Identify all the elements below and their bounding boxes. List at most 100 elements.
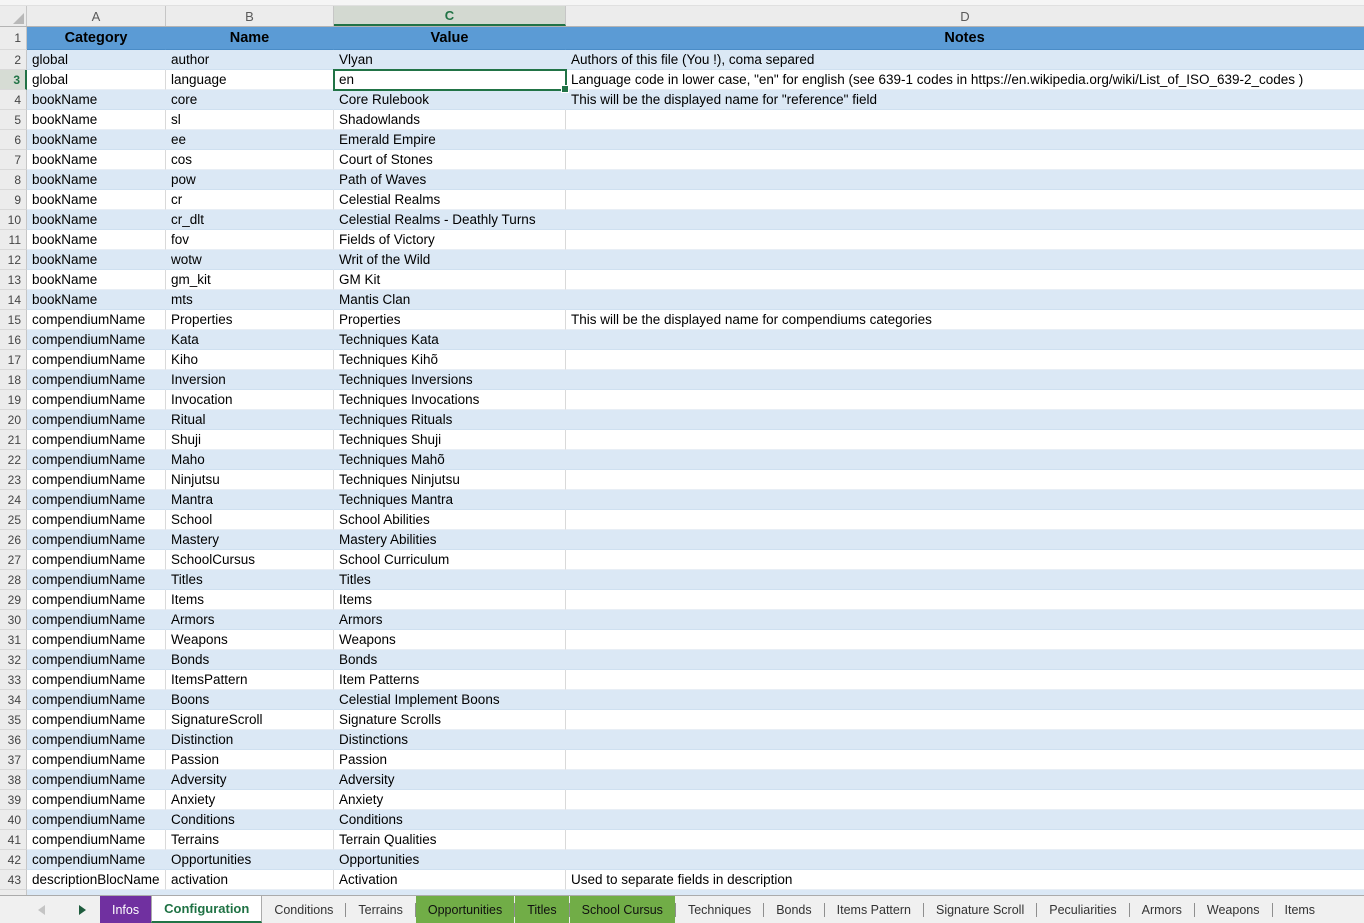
row-header[interactable]: 6	[0, 130, 27, 150]
cell-category[interactable]: bookName	[27, 110, 166, 130]
cell-name[interactable]: Mastery	[166, 530, 334, 550]
cell-value[interactable]: Properties	[334, 310, 566, 330]
cell-value[interactable]: Titles	[334, 570, 566, 590]
cell-name[interactable]: Kata	[166, 330, 334, 350]
row-header[interactable]: 43	[0, 870, 27, 890]
row-header[interactable]: 11	[0, 230, 27, 250]
cell-value[interactable]: Techniques Invocations	[334, 390, 566, 410]
cell-notes[interactable]	[566, 390, 1364, 410]
row-header[interactable]: 40	[0, 810, 27, 830]
cell-notes[interactable]	[566, 730, 1364, 750]
cell-name[interactable]: Ninjutsu	[166, 470, 334, 490]
cell-value[interactable]: Adversity	[334, 770, 566, 790]
cell-value[interactable]: Techniques Mantra	[334, 490, 566, 510]
cell-name[interactable]: Distinction	[166, 730, 334, 750]
cell-name[interactable]: core	[166, 90, 334, 110]
row-header[interactable]: 22	[0, 450, 27, 470]
row-header[interactable]: 34	[0, 690, 27, 710]
header-cell-value[interactable]: Value	[334, 27, 566, 50]
cell-name[interactable]: Mantra	[166, 490, 334, 510]
cell-value[interactable]: Techniques Inversions	[334, 370, 566, 390]
cell-notes[interactable]: Language code in lower case, "en" for en…	[566, 70, 1364, 90]
row-header[interactable]: 2	[0, 50, 27, 70]
row-header[interactable]: 18	[0, 370, 27, 390]
cell-category[interactable]: bookName	[27, 250, 166, 270]
row-header[interactable]: 16	[0, 330, 27, 350]
cell-notes[interactable]	[566, 270, 1364, 290]
cell-value[interactable]: Fields of Victory	[334, 230, 566, 250]
cell-category[interactable]: compendiumName	[27, 830, 166, 850]
cell-name[interactable]: School	[166, 510, 334, 530]
row-header[interactable]: 9	[0, 190, 27, 210]
cell-category[interactable]: compendiumName	[27, 430, 166, 450]
row-header[interactable]: 23	[0, 470, 27, 490]
cell-value[interactable]: Terrain Qualities	[334, 830, 566, 850]
cell-value[interactable]: Weapons	[334, 630, 566, 650]
cell-name[interactable]: Boons	[166, 690, 334, 710]
cell-value[interactable]: Writ of the Wild	[334, 250, 566, 270]
cell-notes[interactable]	[566, 470, 1364, 490]
row-header[interactable]: 20	[0, 410, 27, 430]
row-header[interactable]: 3	[0, 70, 27, 90]
cell-category[interactable]: compendiumName	[27, 590, 166, 610]
cell-notes[interactable]	[566, 230, 1364, 250]
cell-name[interactable]: Opportunities	[166, 850, 334, 870]
cell-name[interactable]: Items	[166, 590, 334, 610]
row-header[interactable]: 4	[0, 90, 27, 110]
sheet-tab-items[interactable]: Items	[1273, 896, 1328, 923]
column-header-d[interactable]: D	[566, 6, 1364, 26]
cell-value[interactable]: Techniques Ninjutsu	[334, 470, 566, 490]
cell-name[interactable]: SchoolCursus	[166, 550, 334, 570]
cell-notes[interactable]	[566, 790, 1364, 810]
tabs-scroll-left-icon[interactable]	[38, 905, 45, 915]
cell-name[interactable]: Invocation	[166, 390, 334, 410]
cell-category[interactable]: bookName	[27, 290, 166, 310]
row-header[interactable]: 8	[0, 170, 27, 190]
cell-category[interactable]: compendiumName	[27, 570, 166, 590]
cell-category[interactable]: compendiumName	[27, 530, 166, 550]
cell-category[interactable]: bookName	[27, 130, 166, 150]
cell-name[interactable]: Adversity	[166, 770, 334, 790]
cell-name[interactable]: Armors	[166, 610, 334, 630]
cell-value[interactable]: Bonds	[334, 650, 566, 670]
cell-name[interactable]: Bonds	[166, 650, 334, 670]
cell-notes[interactable]: This will be the displayed name for "ref…	[566, 90, 1364, 110]
cell-category[interactable]: compendiumName	[27, 750, 166, 770]
row-header[interactable]: 32	[0, 650, 27, 670]
cell-value[interactable]: Passion	[334, 750, 566, 770]
cell-category[interactable]: compendiumName	[27, 550, 166, 570]
cell-notes[interactable]	[566, 590, 1364, 610]
cell-value[interactable]: Signature Scrolls	[334, 710, 566, 730]
cell-name[interactable]: wotw	[166, 250, 334, 270]
row-header[interactable]: 1	[0, 27, 27, 50]
cell-value[interactable]: Court of Stones	[334, 150, 566, 170]
cell-category[interactable]: bookName	[27, 190, 166, 210]
cell-category[interactable]: bookName	[27, 270, 166, 290]
row-header[interactable]: 31	[0, 630, 27, 650]
row-header[interactable]: 12	[0, 250, 27, 270]
sheet-tab-weapons[interactable]: Weapons	[1195, 896, 1272, 923]
row-header[interactable]: 36	[0, 730, 27, 750]
cell-category[interactable]: compendiumName	[27, 410, 166, 430]
cell-name[interactable]: Titles	[166, 570, 334, 590]
cell-name[interactable]: fov	[166, 230, 334, 250]
row-header[interactable]: 17	[0, 350, 27, 370]
cell-name[interactable]: Terrains	[166, 830, 334, 850]
cell-name[interactable]: Ritual	[166, 410, 334, 430]
cell-name[interactable]: language	[166, 70, 334, 90]
row-header[interactable]: 29	[0, 590, 27, 610]
cell-category[interactable]: compendiumName	[27, 730, 166, 750]
cell-value[interactable]: Items	[334, 590, 566, 610]
cell-name[interactable]: mts	[166, 290, 334, 310]
cell-value[interactable]: Shadowlands	[334, 110, 566, 130]
cell-value[interactable]: Celestial Realms	[334, 190, 566, 210]
cell-notes[interactable]	[566, 170, 1364, 190]
cell-category[interactable]: compendiumName	[27, 650, 166, 670]
cell-category[interactable]: compendiumName	[27, 470, 166, 490]
cell-category[interactable]: compendiumName	[27, 450, 166, 470]
sheet-tab-signature-scroll[interactable]: Signature Scroll	[924, 896, 1036, 923]
cell-notes[interactable]	[566, 690, 1364, 710]
row-header[interactable]: 24	[0, 490, 27, 510]
cell-value[interactable]: Anxiety	[334, 790, 566, 810]
cell-value[interactable]: GM Kit	[334, 270, 566, 290]
